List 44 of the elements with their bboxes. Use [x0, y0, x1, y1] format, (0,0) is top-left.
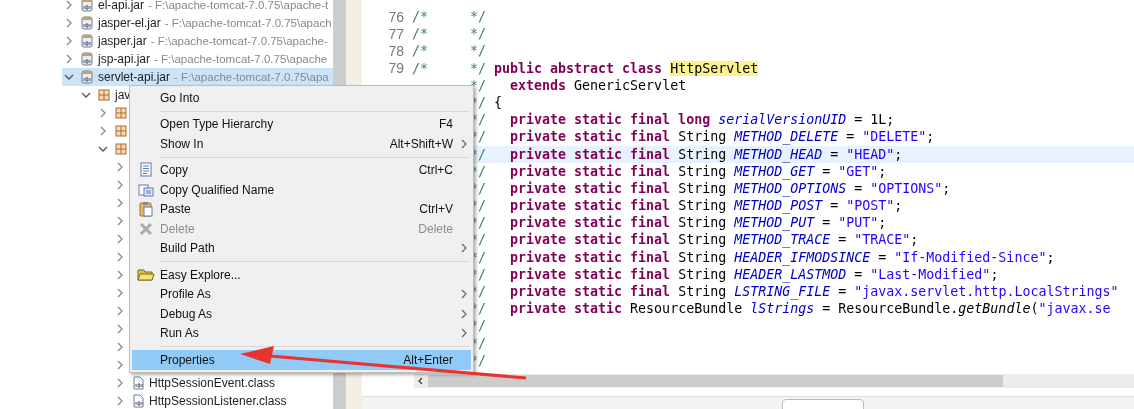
copy-icon: [138, 162, 154, 179]
jar-icon: [80, 0, 94, 12]
tree-item[interactable]: HttpSessionEvent.class: [113, 374, 280, 392]
jar-icon: [80, 52, 94, 66]
close-icon: [138, 220, 154, 237]
tree-item[interactable]: servlet-api.jar - F:\apache-tomcat-7.0.75\apa: [62, 68, 333, 86]
line-number: 76: [387, 8, 405, 25]
package-icon: [114, 142, 128, 156]
line-number: 78: [387, 42, 405, 59]
menu-item[interactable]: Go Into: [132, 88, 471, 108]
line-number: 79: [387, 60, 405, 77]
menu-item[interactable]: Debug As: [132, 304, 471, 324]
scrollbar-thumb[interactable]: [428, 375, 1003, 387]
tree-item[interactable]: el-api.jar - F:\apache-tomcat-7.0.75\apache-t: [62, 0, 333, 14]
menu-item[interactable]: Easy Explore...: [132, 265, 471, 285]
tree-item[interactable]: jsp-api.jar - F:\apache-tomcat-7.0.75\apache: [62, 50, 332, 68]
jar-icon: [80, 16, 94, 30]
folder-icon: [137, 266, 155, 283]
clipboard-icon: [138, 201, 154, 218]
line-number: 77: [387, 25, 405, 42]
tree-item[interactable]: jasper.jar - F:\apache-tomcat-7.0.75\apache-: [62, 32, 332, 50]
menu-item[interactable]: Paste Ctrl+V: [132, 199, 471, 219]
package-icon: [97, 88, 111, 102]
jar-icon: [80, 34, 94, 48]
menu-item[interactable]: Open Type Hierarchy F4: [132, 114, 471, 134]
menu-item[interactable]: Copy Ctrl+C: [132, 160, 471, 180]
jar-icon: [80, 70, 94, 84]
menu-item[interactable]: Profile As: [132, 284, 471, 304]
menu-item[interactable]: Run As: [132, 323, 471, 343]
code-line: /* */ public abstract class HttpServlet: [412, 59, 760, 77]
code-line: /* */: [412, 8, 487, 26]
package-icon: [114, 124, 128, 138]
copy-icon: [138, 181, 154, 198]
code-line: /* */: [412, 25, 487, 43]
tree-item[interactable]: HttpSessionListener.class: [113, 392, 291, 409]
class-file-icon: [131, 376, 145, 390]
code-line: */ extends GenericServlet: [470, 76, 688, 94]
menu-item[interactable]: Show In Alt+Shift+W: [132, 134, 471, 154]
menu-item[interactable]: Build Path: [132, 238, 471, 258]
tree-item[interactable]: jav: [79, 86, 135, 104]
menu-item[interactable]: Copy Qualified Name: [132, 180, 471, 200]
tree-item[interactable]: jasper-el.jar - F:\apache-tomcat-7.0.75\apach: [62, 14, 333, 32]
code-line: /* */: [412, 42, 487, 60]
package-icon: [114, 106, 128, 120]
